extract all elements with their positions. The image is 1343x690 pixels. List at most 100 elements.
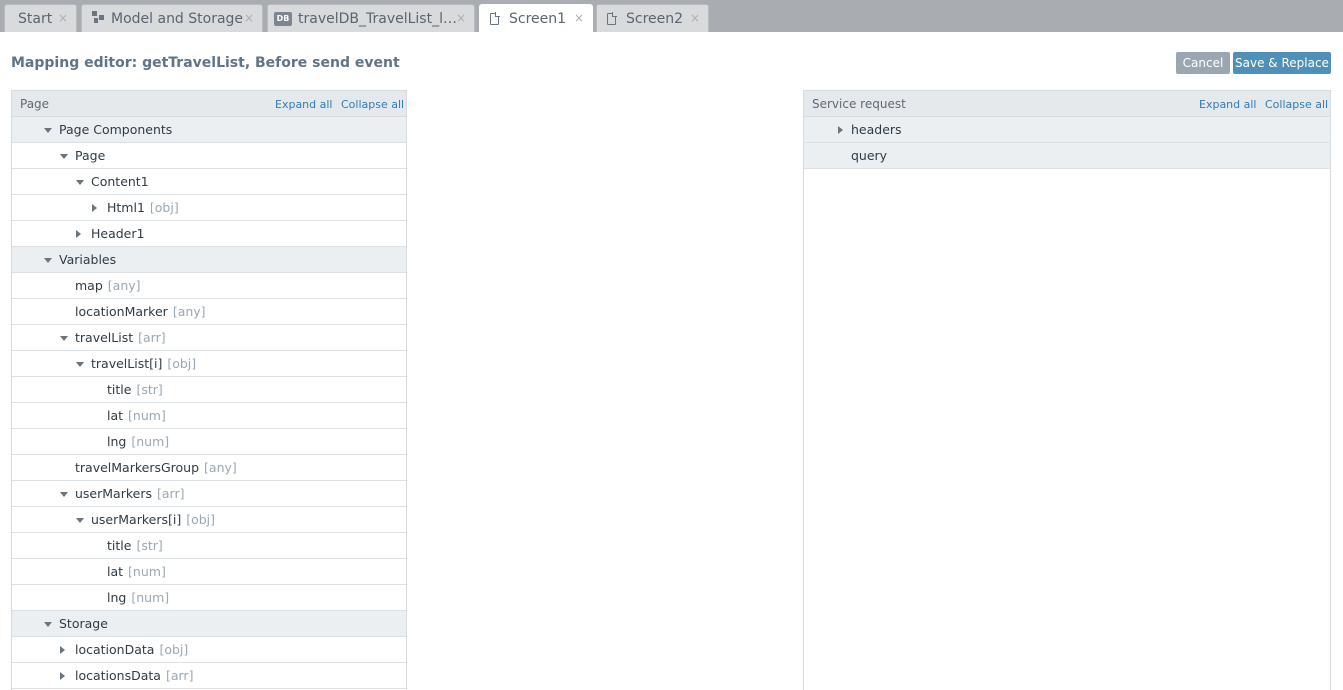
- tree-row-label: Variables: [59, 252, 116, 267]
- close-icon[interactable]: ×: [690, 11, 700, 25]
- node-type: [obj]: [186, 512, 216, 527]
- expand-down-icon[interactable]: [76, 180, 84, 185]
- node-name: locationData: [75, 642, 155, 657]
- node-name: travelMarkersGroup: [75, 460, 200, 475]
- close-icon[interactable]: ×: [456, 11, 466, 25]
- close-icon[interactable]: ×: [244, 11, 254, 25]
- tab-label: Start: [18, 10, 53, 27]
- node-type: [str]: [136, 382, 163, 397]
- save-and-replace-button[interactable]: Save & Replace: [1233, 52, 1331, 74]
- tree-row-lng[interactable]: lng [num]: [12, 429, 406, 455]
- tree-row-page[interactable]: Page: [12, 143, 406, 169]
- tab-screen1[interactable]: Screen1 ×: [479, 4, 593, 32]
- node-type: [obj]: [149, 200, 179, 215]
- tree-row-label: lat [num]: [107, 408, 166, 423]
- tree-row-storage[interactable]: Storage: [12, 611, 406, 637]
- expand-right-icon[interactable]: [838, 126, 843, 134]
- expand-right-icon[interactable]: [92, 204, 97, 212]
- tab-label: Screen1: [509, 10, 567, 27]
- tree-row-map[interactable]: map [any]: [12, 273, 406, 299]
- tree-row-label: Storage: [59, 616, 108, 631]
- node-name: Content1: [91, 174, 149, 189]
- tree-row-title[interactable]: title [str]: [12, 377, 406, 403]
- expand-right-icon[interactable]: [60, 672, 65, 680]
- expand-all-link[interactable]: Expand all: [1199, 98, 1257, 111]
- node-name: Html1: [107, 200, 145, 215]
- tree-row-label: Page: [75, 148, 105, 163]
- tree-row-label: lat [num]: [107, 564, 166, 579]
- tab-model-and-storage[interactable]: Model and Storage ×: [81, 4, 263, 32]
- tab-bar: Start × Model and Storage × DB travelDB_…: [0, 0, 1343, 32]
- node-name: lng: [107, 434, 127, 449]
- node-name: userMarkers: [75, 486, 152, 501]
- tree-row-label: Html1 [obj]: [107, 200, 179, 215]
- tree-row-label: travelList [arr]: [75, 330, 166, 345]
- node-name: locationMarker: [75, 304, 168, 319]
- tree-row-html1[interactable]: Html1 [obj]: [12, 195, 406, 221]
- tree-row-travellist-i[interactable]: travelList[i] [obj]: [12, 351, 406, 377]
- node-type: [arr]: [156, 486, 185, 501]
- collapse-all-link[interactable]: Collapse all: [341, 98, 404, 111]
- service-request-panel: Service request Expand all Collapse all …: [803, 90, 1331, 690]
- tab-label: travelDB_TravelList_li…: [298, 10, 458, 27]
- page-title: Mapping editor: getTravelList, Before se…: [11, 55, 400, 71]
- tree-row-lat[interactable]: lat [num]: [12, 559, 406, 585]
- page-icon: [607, 12, 617, 25]
- tree-row-locationdata[interactable]: locationData [obj]: [12, 637, 406, 663]
- expand-right-icon[interactable]: [60, 646, 65, 654]
- panel-title: Service request: [812, 97, 906, 111]
- node-name: Header1: [91, 226, 145, 241]
- tree-row-title[interactable]: title [str]: [12, 533, 406, 559]
- node-type: [obj]: [167, 356, 197, 371]
- collapse-all-link[interactable]: Collapse all: [1265, 98, 1328, 111]
- node-type: [num]: [128, 408, 166, 423]
- tree-row-travellist[interactable]: travelList [arr]: [12, 325, 406, 351]
- node-name: query: [851, 148, 888, 163]
- node-type: [arr]: [138, 330, 166, 345]
- expand-down-icon[interactable]: [44, 622, 52, 627]
- tree-row-label: locationData [obj]: [75, 642, 188, 657]
- tree-row-lat[interactable]: lat [num]: [12, 403, 406, 429]
- expand-down-icon[interactable]: [60, 336, 68, 341]
- expand-down-icon[interactable]: [76, 362, 84, 367]
- tab-label: Model and Storage: [111, 10, 244, 27]
- close-icon[interactable]: ×: [574, 11, 584, 25]
- db-icon: DB: [274, 11, 292, 26]
- tab-screen2[interactable]: Screen2 ×: [596, 4, 709, 32]
- tree-row-label: locationMarker [any]: [75, 304, 206, 319]
- tree-row-label: Content1: [91, 174, 149, 189]
- tree-row-usermarkers[interactable]: userMarkers [arr]: [12, 481, 406, 507]
- tree-row-headers[interactable]: headers: [804, 117, 1330, 143]
- tab-start[interactable]: Start ×: [4, 4, 77, 32]
- tree-row-header1[interactable]: Header1: [12, 221, 406, 247]
- tab-traveldb[interactable]: DB travelDB_TravelList_li… ×: [267, 4, 475, 32]
- expand-all-link[interactable]: Expand all: [275, 98, 333, 111]
- tree-row-page-components[interactable]: Page Components: [12, 117, 406, 143]
- tree-row-label: Header1: [91, 226, 144, 241]
- node-type: [num]: [131, 590, 170, 605]
- tree-row-usermarkers-i[interactable]: userMarkers[i] [obj]: [12, 507, 406, 533]
- tree-row-content1[interactable]: Content1: [12, 169, 406, 195]
- node-name: title: [107, 382, 132, 397]
- expand-down-icon[interactable]: [60, 154, 68, 159]
- tree-row-travelmarkersgroup[interactable]: travelMarkersGroup [any]: [12, 455, 406, 481]
- close-icon[interactable]: ×: [58, 11, 68, 25]
- tree-row-label: map [any]: [75, 278, 141, 293]
- tree-row-variables[interactable]: Variables: [12, 247, 406, 273]
- tree-row-lng[interactable]: lng [num]: [12, 585, 406, 611]
- tab-label: Screen2: [626, 10, 684, 27]
- cancel-button[interactable]: Cancel: [1176, 52, 1230, 74]
- node-name: map: [75, 278, 103, 293]
- tree-row-query[interactable]: query: [804, 143, 1330, 169]
- tree-row-locationsdata[interactable]: locationsData [arr]: [12, 663, 406, 689]
- node-type: [num]: [128, 564, 166, 579]
- expand-down-icon[interactable]: [44, 258, 52, 263]
- expand-down-icon[interactable]: [44, 128, 52, 133]
- node-name: Variables: [59, 252, 117, 267]
- node-name: lat: [107, 408, 124, 423]
- expand-down-icon[interactable]: [60, 492, 68, 497]
- node-type: [arr]: [165, 668, 194, 683]
- expand-right-icon[interactable]: [76, 230, 81, 238]
- tree-row-locationmarker[interactable]: locationMarker [any]: [12, 299, 406, 325]
- expand-down-icon[interactable]: [76, 518, 84, 523]
